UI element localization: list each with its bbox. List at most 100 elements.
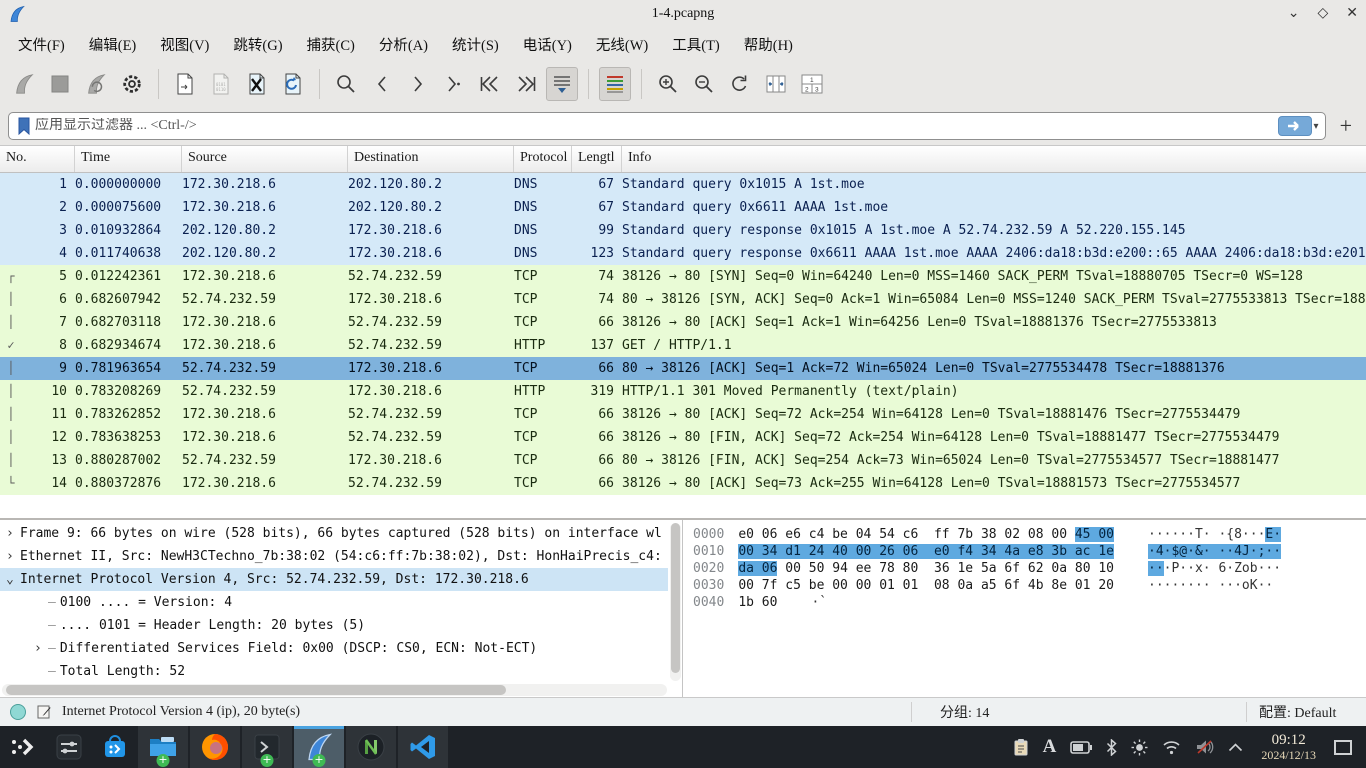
menu-item[interactable]: 帮助(H) xyxy=(732,30,805,59)
zoom-in-icon[interactable] xyxy=(652,67,684,101)
go-back-icon[interactable] xyxy=(366,67,398,101)
expert-info-icon[interactable] xyxy=(10,704,26,720)
app-launcher-icon[interactable] xyxy=(0,726,46,768)
settings-icon[interactable] xyxy=(46,726,92,768)
vscode-icon[interactable] xyxy=(398,726,448,768)
wifi-icon[interactable] xyxy=(1162,740,1181,755)
hex-row[interactable]: 0000e0 06 e6 c4 be 04 54 c6 ff 7b 38 02 … xyxy=(683,526,1366,543)
hex-row[interactable]: 00401b 60·` xyxy=(683,594,1366,611)
status-profile[interactable]: 配置: Default xyxy=(1246,702,1366,722)
menu-item[interactable]: 电话(Y) xyxy=(511,30,584,59)
zoom-out-icon[interactable] xyxy=(688,67,720,101)
bookmark-icon[interactable] xyxy=(17,117,31,135)
capture-comment-icon[interactable] xyxy=(36,704,52,720)
detail-tree-line[interactable]: ›Ethernet II, Src: NewH3CTechno_7b:38:02… xyxy=(0,545,668,568)
file-manager-icon[interactable]: + xyxy=(138,726,188,768)
column-destination[interactable]: Destination xyxy=(348,146,514,172)
column-time[interactable]: Time xyxy=(75,146,182,172)
menu-item[interactable]: 统计(S) xyxy=(440,30,511,59)
apply-filter-button[interactable] xyxy=(1278,116,1312,136)
terminal-icon[interactable]: + xyxy=(242,726,292,768)
column-source[interactable]: Source xyxy=(182,146,348,172)
packet-row[interactable]: │ 7 0.682703118 172.30.218.6 52.74.232.5… xyxy=(0,311,1366,334)
clock[interactable]: 09:122024/12/13 xyxy=(1261,732,1316,762)
app-store-icon[interactable] xyxy=(92,726,138,768)
restart-capture-icon[interactable] xyxy=(80,67,112,101)
detail-vertical-scrollbar[interactable] xyxy=(670,523,681,681)
packet-row[interactable]: 1 0.000000000 172.30.218.6 202.120.80.2 … xyxy=(0,173,1366,196)
display-filter-input[interactable] xyxy=(35,118,1278,134)
neovim-icon[interactable] xyxy=(346,726,396,768)
bluetooth-icon[interactable] xyxy=(1106,739,1117,756)
detail-tree-line[interactable]: ›–Differentiated Services Field: 0x00 (D… xyxy=(0,637,668,660)
expander-icon[interactable]: › xyxy=(34,637,48,660)
first-packet-icon[interactable] xyxy=(474,67,506,101)
packet-row[interactable]: │ 6 0.682607942 52.74.232.59 172.30.218.… xyxy=(0,288,1366,311)
clipboard-icon[interactable] xyxy=(1013,738,1029,756)
column-protocol[interactable]: Protocol xyxy=(514,146,572,172)
column-no[interactable]: No. xyxy=(0,146,75,172)
stop-capture-icon[interactable] xyxy=(44,67,76,101)
last-packet-icon[interactable] xyxy=(510,67,542,101)
capture-options-icon[interactable] xyxy=(116,67,148,101)
menu-item[interactable]: 无线(W) xyxy=(584,30,660,59)
brightness-icon[interactable] xyxy=(1131,739,1148,756)
input-method-icon[interactable]: A xyxy=(1043,736,1057,758)
hex-row[interactable]: 001000 34 d1 24 40 00 26 06 e0 f4 34 4a … xyxy=(683,543,1366,560)
minimize-button[interactable]: ⌄ xyxy=(1288,7,1300,21)
packet-row[interactable]: │ 12 0.783638253 172.30.218.6 52.74.232.… xyxy=(0,426,1366,449)
open-file-icon[interactable] xyxy=(169,67,201,101)
zoom-reset-icon[interactable] xyxy=(724,67,756,101)
firefox-icon[interactable] xyxy=(190,726,240,768)
start-capture-icon[interactable] xyxy=(8,67,40,101)
menu-item[interactable]: 分析(A) xyxy=(367,30,440,59)
packet-row[interactable]: 2 0.000075600 172.30.218.6 202.120.80.2 … xyxy=(0,196,1366,219)
column-info[interactable]: Info xyxy=(622,146,1366,172)
colorize-icon[interactable] xyxy=(599,67,631,101)
menu-item[interactable]: 编辑(E) xyxy=(77,30,149,59)
detail-tree-line[interactable]: ›Frame 9: 66 bytes on wire (528 bits), 6… xyxy=(0,522,668,545)
wireshark-taskbar-icon[interactable]: + xyxy=(294,726,344,768)
menu-item[interactable]: 视图(V) xyxy=(148,30,221,59)
maximize-button[interactable]: ◇ xyxy=(1317,7,1328,21)
display-filter-field[interactable]: ▾ xyxy=(8,112,1326,140)
packet-row[interactable]: │ 13 0.880287002 52.74.232.59 172.30.218… xyxy=(0,449,1366,472)
packet-row[interactable]: └ 14 0.880372876 172.30.218.6 52.74.232.… xyxy=(0,472,1366,495)
hex-row[interactable]: 0020da 06 00 50 94 ee 78 80 36 1e 5a 6f … xyxy=(683,560,1366,577)
auto-scroll-icon[interactable] xyxy=(546,67,578,101)
save-file-icon[interactable]: 01010110 xyxy=(205,67,237,101)
packet-row[interactable]: 4 0.011740638 202.120.80.2 172.30.218.6 … xyxy=(0,242,1366,265)
packet-row[interactable]: ┌ 5 0.012242361 172.30.218.6 52.74.232.5… xyxy=(0,265,1366,288)
menu-item[interactable]: 捕获(C) xyxy=(295,30,367,59)
packet-row[interactable]: ✓ 8 0.682934674 172.30.218.6 52.74.232.5… xyxy=(0,334,1366,357)
close-file-icon[interactable] xyxy=(241,67,273,101)
volume-muted-icon[interactable] xyxy=(1195,739,1214,755)
packet-row[interactable]: │ 11 0.783262852 172.30.218.6 52.74.232.… xyxy=(0,403,1366,426)
go-to-packet-icon[interactable] xyxy=(438,67,470,101)
detail-horizontal-scrollbar[interactable] xyxy=(2,684,667,696)
menu-item[interactable]: 跳转(G) xyxy=(221,30,294,59)
tray-expand-icon[interactable] xyxy=(1228,743,1243,752)
reload-file-icon[interactable] xyxy=(277,67,309,101)
menu-item[interactable]: 工具(T) xyxy=(660,30,732,59)
detail-tree-line[interactable]: ⌄Internet Protocol Version 4, Src: 52.74… xyxy=(0,568,668,591)
layout-columns-icon[interactable]: 123 xyxy=(796,67,828,101)
packet-row[interactable]: │ 10 0.783208269 52.74.232.59 172.30.218… xyxy=(0,380,1366,403)
add-filter-button[interactable]: + xyxy=(1334,115,1358,137)
battery-icon[interactable] xyxy=(1070,741,1092,754)
detail-tree-line[interactable]: –Total Length: 52 xyxy=(0,660,668,683)
filter-dropdown-caret-icon[interactable]: ▾ xyxy=(1314,121,1319,132)
detail-tree-line[interactable]: –0100 .... = Version: 4 xyxy=(0,591,668,614)
show-desktop-button[interactable] xyxy=(1334,740,1352,755)
expander-icon[interactable]: ⌄ xyxy=(6,568,20,591)
hex-row[interactable]: 003000 7f c5 be 00 00 01 01 08 0a a5 6f … xyxy=(683,577,1366,594)
expander-icon[interactable]: › xyxy=(6,545,20,568)
packet-row[interactable]: 3 0.010932864 202.120.80.2 172.30.218.6 … xyxy=(0,219,1366,242)
column-length[interactable]: Lengtl xyxy=(572,146,622,172)
close-button[interactable]: ✕ xyxy=(1346,7,1358,21)
detail-tree-line[interactable]: –.... 0101 = Header Length: 20 bytes (5) xyxy=(0,614,668,637)
find-packet-icon[interactable] xyxy=(330,67,362,101)
packet-row[interactable]: │ 9 0.781963654 52.74.232.59 172.30.218.… xyxy=(0,357,1366,380)
go-forward-icon[interactable] xyxy=(402,67,434,101)
expander-icon[interactable]: › xyxy=(6,522,20,545)
